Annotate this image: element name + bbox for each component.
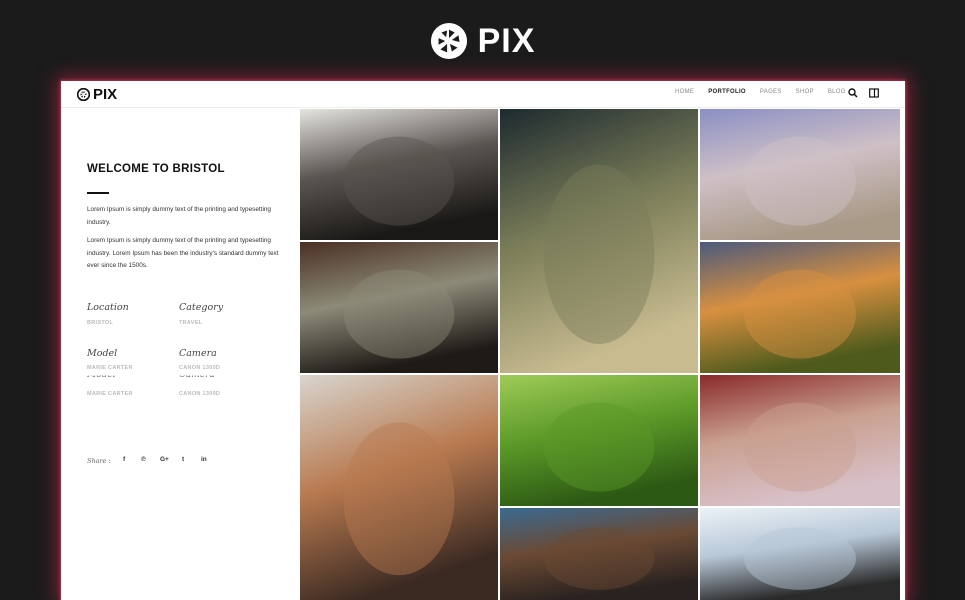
photo-smoke-portrait-image (500, 109, 698, 373)
photo-bw-two-women[interactable] (300, 109, 498, 240)
menu-item-shop[interactable]: SHOP (796, 89, 814, 95)
photo-grass-lying-image (500, 375, 698, 506)
photo-smoke-portrait[interactable] (500, 109, 698, 373)
meta-ghost-label-model: Model (87, 370, 116, 381)
meta-value-location: BRISTOL (87, 320, 114, 326)
photo-rocky-shore[interactable] (500, 508, 698, 600)
project-info-panel: WELCOME TO BRISTOL Lorem Ipsum is simply… (61, 108, 299, 600)
logo-text: PIX (93, 86, 118, 103)
facebook-icon[interactable]: f (123, 456, 125, 463)
photo-armchair-image (300, 242, 498, 373)
aperture-icon (430, 22, 467, 60)
meta-ghost-value-model: MARIE CARTER (87, 391, 133, 397)
meta-label-camera: Camera (179, 348, 217, 359)
photo-sunset-landscape[interactable] (700, 242, 900, 373)
meta-label-model: Model (87, 348, 118, 359)
photo-armchair[interactable] (300, 242, 498, 373)
photo-red-backdrop[interactable] (700, 375, 900, 506)
photo-bw-two-women-image (300, 109, 498, 240)
site-logo[interactable]: PIX (77, 86, 117, 103)
site-preview-window: PIX HOME PORTFOLIO PAGES SHOP BLOG WELCO… (61, 81, 905, 600)
page-title: WELCOME TO BRISTOL (87, 163, 225, 175)
menu-item-portfolio[interactable]: PORTFOLIO (708, 89, 746, 95)
meta-value-model: MARIE CARTER (87, 365, 133, 371)
meta-ghost-value-camera: CANON 1300D (179, 391, 221, 397)
photo-rocky-shore-image (500, 508, 698, 600)
intro-paragraph-1: Lorem Ipsum is simply dummy text of the … (87, 206, 271, 226)
navbar: PIX HOME PORTFOLIO PAGES SHOP BLOG (61, 81, 905, 108)
title-divider (87, 192, 109, 194)
top-brand-header: PIX (0, 0, 965, 82)
linkedin-icon[interactable]: in (201, 456, 207, 463)
google-plus-icon[interactable]: G+ (160, 456, 169, 463)
pinterest-icon[interactable]: ℗ (141, 456, 146, 463)
brand-name: PIX (477, 21, 536, 60)
photo-grass-lying[interactable] (500, 375, 698, 506)
photo-red-backdrop-image (700, 375, 900, 506)
meta-ghost-label-camera: Camera (179, 370, 215, 381)
photo-beach-pose-image (700, 109, 900, 240)
photo-plane-wreck[interactable] (700, 508, 900, 600)
portfolio-gallery (299, 108, 905, 600)
menu-item-home[interactable]: HOME (675, 89, 694, 95)
meta-value-camera: CANON 1300D (179, 365, 221, 371)
photo-beach-pose[interactable] (700, 109, 900, 240)
search-icon[interactable] (848, 87, 858, 99)
main-menu: HOME PORTFOLIO PAGES SHOP BLOG (675, 89, 860, 95)
sidebar-panel-icon[interactable] (869, 87, 879, 99)
twitter-icon[interactable]: t (182, 456, 184, 463)
photo-sunset-landscape-image (700, 242, 900, 373)
meta-label-category: Category (179, 302, 224, 313)
share-label: Share : (87, 457, 111, 465)
menu-item-blog[interactable]: BLOG (828, 89, 846, 95)
intro-paragraph-2: Lorem Ipsum is simply dummy text of the … (87, 237, 279, 269)
photo-blonde-portrait-image (300, 375, 498, 600)
photo-plane-wreck-image (700, 508, 900, 600)
menu-item-pages[interactable]: PAGES (760, 89, 782, 95)
aperture-icon (77, 88, 90, 101)
meta-label-location: Location (87, 302, 129, 313)
photo-blonde-portrait[interactable] (300, 375, 498, 600)
meta-value-category: TRAVEL (179, 320, 203, 326)
